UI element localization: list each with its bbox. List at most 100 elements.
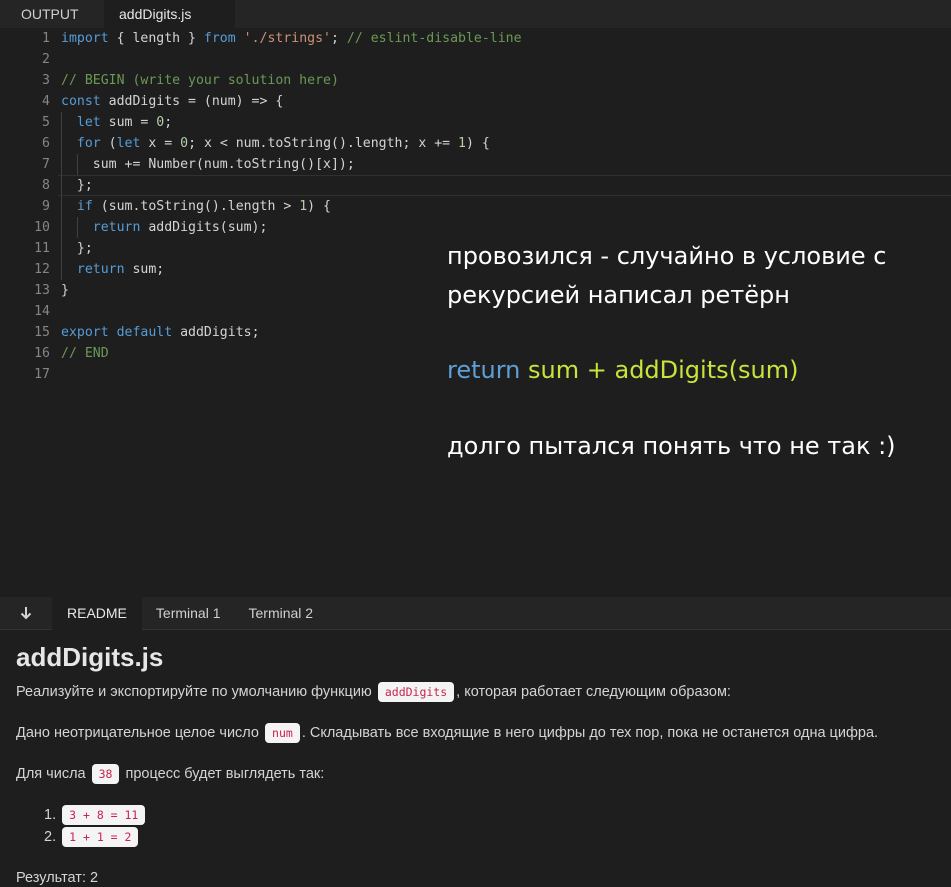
line-number: 2 — [42, 52, 50, 67]
line-number: 16 — [34, 346, 50, 361]
annotation-code: return sum + addDigits(sum) — [447, 356, 798, 384]
code-token: // BEGIN (write your solution here) — [61, 73, 339, 88]
inline-code: 1 + 1 = 2 — [62, 827, 139, 847]
code-line[interactable]: 2 — [0, 49, 951, 70]
code-token: let — [116, 136, 141, 151]
code-token: x = — [140, 136, 181, 151]
annotation-code-rest: sum + addDigits(sum) — [520, 356, 799, 384]
code-token: (sum.toString().length > — [92, 199, 300, 214]
readme-paragraph-2: Дано неотрицательное целое число num. Ск… — [16, 723, 878, 743]
code-token: default — [116, 325, 173, 340]
code-token: let — [76, 115, 101, 130]
line-number: 12 — [34, 262, 50, 277]
code-text: if (sum.toString().length > 1) { — [61, 196, 331, 217]
code-token: from — [203, 31, 236, 46]
code-line[interactable]: 5 let sum = 0; — [0, 112, 951, 133]
line-number: 1 — [42, 31, 50, 46]
code-editor[interactable]: 1 import { length } from './strings'; // … — [0, 28, 951, 596]
annotation-line-3: долго пытался понять что не так :) — [447, 432, 896, 460]
code-token: }; — [61, 241, 93, 256]
inline-code: num — [265, 723, 300, 743]
code-token: sum += Number(num.toString()[x]); — [61, 157, 355, 172]
code-token: addDigits(sum); — [140, 220, 268, 235]
line-number: 8 — [42, 178, 50, 193]
code-text: return addDigits(sum); — [61, 217, 268, 238]
inline-code: addDigits — [377, 682, 455, 702]
code-token: addDigits = (num) => { — [100, 94, 284, 109]
code-text: }; — [61, 175, 93, 196]
code-line[interactable]: 4 const addDigits = (num) => { — [0, 91, 951, 112]
code-text: for (let x = 0; x < num.toString().lengt… — [61, 133, 490, 154]
code-token: // eslint-disable-line — [346, 31, 522, 46]
readme-p2-text: Дано неотрицательное целое число — [16, 724, 259, 741]
annotation-line-2: рекурсией написал ретёрн — [447, 281, 790, 309]
line-number: 15 — [34, 325, 50, 340]
code-token: ; — [330, 31, 347, 46]
inline-code: 38 — [91, 764, 120, 784]
code-token: }; — [61, 178, 93, 193]
annotation-line-1: провозился - случайно в условие с — [447, 242, 887, 270]
code-token: } — [61, 283, 69, 298]
code-text: // END — [61, 343, 109, 364]
code-token: ; x < num.toString().length; x += — [188, 136, 459, 151]
code-token: if — [76, 199, 93, 214]
code-token: export — [61, 325, 109, 340]
readme-panel: addDigits.js Реализуйте и экспортируйте … — [0, 630, 951, 887]
line-number: 6 — [42, 136, 50, 151]
code-token: const — [61, 94, 101, 109]
current-line-highlight — [58, 175, 951, 196]
readme-paragraph-3: Для числа 38 процесс будет выглядеть так… — [16, 764, 324, 784]
code-text: // BEGIN (write your solution here) — [61, 70, 339, 91]
annotation-code-keyword: return — [447, 356, 521, 384]
code-line[interactable]: 1 import { length } from './strings'; // … — [0, 28, 951, 49]
code-token: ; — [164, 115, 173, 130]
tab-terminal-2[interactable]: Terminal 2 — [235, 597, 328, 630]
tab-output[interactable]: OUTPUT — [0, 0, 104, 28]
line-number: 9 — [42, 199, 50, 214]
code-token: addDigits; — [172, 325, 260, 340]
code-token: sum; — [124, 262, 165, 277]
code-line[interactable]: 7 sum += Number(num.toString()[x]); — [0, 154, 951, 175]
list-item-number: 1. — [44, 806, 57, 823]
tab-adddigits-js[interactable]: addDigits.js — [104, 0, 236, 28]
tab-terminal-1[interactable]: Terminal 1 — [142, 597, 235, 630]
code-token: 0 — [180, 136, 189, 151]
line-number: 14 — [34, 304, 50, 319]
readme-p1-text: Реализуйте и экспортируйте по умолчанию … — [16, 683, 372, 700]
readme-p3-text: Для числа — [16, 765, 86, 782]
line-number: 5 — [42, 115, 50, 130]
readme-p1-text-after: , которая работает следующим образом: — [456, 683, 731, 700]
collapse-panel-button[interactable] — [0, 597, 52, 630]
code-line[interactable]: 10 return addDigits(sum); — [0, 217, 951, 238]
code-line[interactable]: 8 }; — [0, 175, 951, 196]
code-token: ) { — [466, 136, 490, 151]
readme-p2-text-after: . Складывать все входящие в него цифры д… — [301, 724, 879, 741]
code-text: import { length } from './strings'; // e… — [61, 28, 522, 49]
readme-p3-text-after: процесс будет выглядеть так: — [125, 765, 325, 782]
panel-tab-bar: README Terminal 1 Terminal 2 — [0, 596, 951, 630]
code-token: return — [76, 262, 125, 277]
code-token: // END — [61, 346, 109, 361]
list-item-number: 2. — [44, 828, 57, 845]
line-number: 11 — [34, 241, 50, 256]
code-text: } — [61, 280, 69, 301]
line-number: 3 — [42, 73, 50, 88]
code-line[interactable]: 6 for (let x = 0; x < num.toString().len… — [0, 133, 951, 154]
readme-paragraph-1: Реализуйте и экспортируйте по умолчанию … — [16, 682, 731, 702]
code-text: sum += Number(num.toString()[x]); — [61, 154, 355, 175]
code-line[interactable]: 15 export default addDigits; — [0, 322, 951, 343]
code-text: const addDigits = (num) => { — [61, 91, 283, 112]
line-number: 4 — [42, 94, 50, 109]
line-number: 10 — [34, 220, 50, 235]
code-line[interactable]: 9 if (sum.toString().length > 1) { — [0, 196, 951, 217]
tab-readme[interactable]: README — [52, 596, 142, 630]
list-item: 2. 1 + 1 = 2 — [44, 827, 140, 847]
code-text: return sum; — [61, 259, 164, 280]
code-line[interactable]: 3 // BEGIN (write your solution here) — [0, 70, 951, 91]
